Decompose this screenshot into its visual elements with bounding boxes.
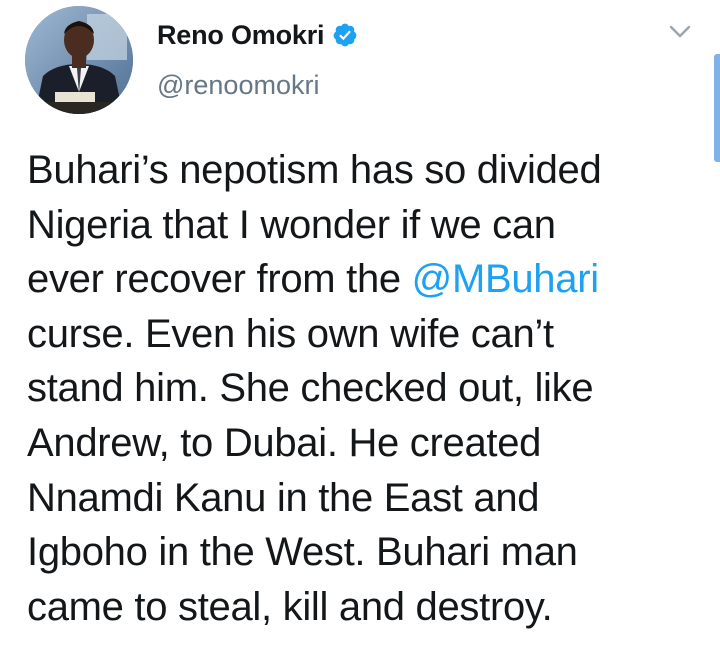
tweet-text-line: Igboho in the West. Buhari man	[27, 525, 695, 580]
verified-badge-icon	[332, 22, 358, 48]
tweet-card: Reno Omokri @renoomokri Buhari’s nepotis…	[0, 0, 720, 648]
tweet-text-line: Nigeria that I wonder if we can	[27, 198, 695, 253]
tweet-text-segment: curse. Even his own wife can’t	[27, 311, 554, 356]
tweet-header: Reno Omokri @renoomokri	[157, 18, 358, 101]
tweet-text-line: came to steal, kill and destroy.	[27, 580, 695, 635]
tweet-text-segment: Nigeria that I wonder if we can	[27, 202, 556, 247]
profile-photo-icon	[25, 6, 133, 114]
name-row: Reno Omokri	[157, 18, 358, 52]
tweet-text-segment: Igboho in the West. Buhari man	[27, 530, 578, 575]
tweet-text-line: ever recover from the @MBuhari	[27, 252, 695, 307]
user-handle[interactable]: @renoomokri	[157, 70, 358, 101]
tweet-text-line: curse. Even his own wife can’t	[27, 307, 695, 362]
tweet-text-line: Andrew, to Dubai. He created	[27, 416, 695, 471]
mention-link[interactable]: @MBuhari	[412, 257, 599, 301]
tweet-text-segment: Buhari’s nepotism has so divided	[27, 148, 602, 192]
tweet-text-segment: Nnamdi Kanu in the East and	[27, 475, 540, 520]
tweet-text-line: Nnamdi Kanu in the East and	[27, 471, 695, 526]
tweet-text-segment: came to steal, kill and destroy.	[27, 584, 553, 629]
tweet-text: Buhari’s nepotism has so divided Nigeria …	[27, 143, 695, 634]
tweet-text-segment: Andrew, to Dubai. He created	[27, 420, 542, 465]
tweet-text-segment: ever recover from the	[27, 257, 412, 302]
tweet-text-line: Buhari’s nepotism has so divided	[27, 143, 695, 198]
scrollbar[interactable]	[714, 54, 720, 162]
display-name[interactable]: Reno Omokri	[157, 20, 325, 51]
tweet-text-segment: stand him. She checked out, like	[27, 366, 594, 411]
avatar[interactable]	[25, 6, 133, 114]
tweet-text-line: stand him. She checked out, like	[27, 361, 695, 416]
chevron-down-icon[interactable]	[668, 24, 692, 40]
